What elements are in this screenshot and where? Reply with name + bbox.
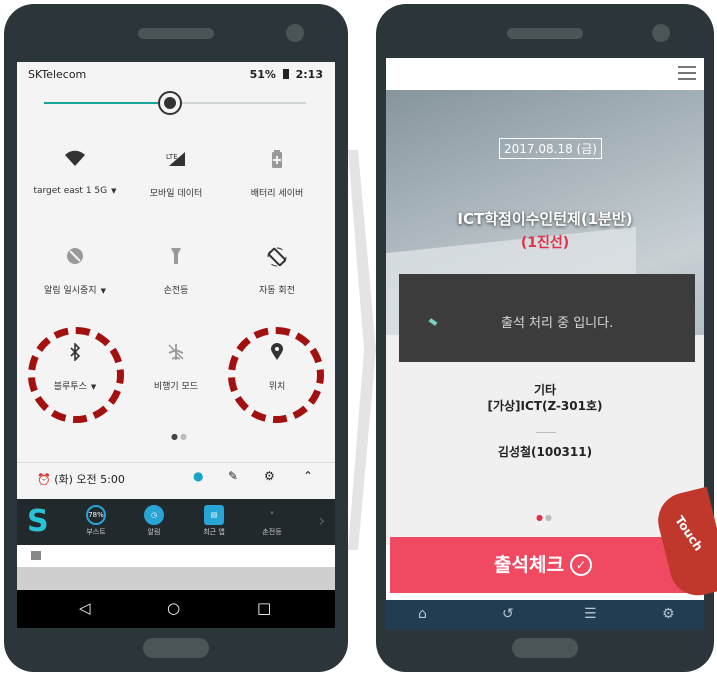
carrier-label: SKTelecom bbox=[28, 68, 87, 81]
front-camera bbox=[652, 24, 670, 42]
notification-strip[interactable] bbox=[17, 545, 335, 567]
brightness-knob[interactable] bbox=[159, 93, 180, 113]
brightness-slider[interactable] bbox=[44, 93, 306, 113]
edit-icon[interactable]: ✎ bbox=[228, 469, 238, 483]
course-title: ICT학점이수인턴제(1분반) bbox=[457, 210, 633, 228]
tutorial-composite: SKTelecom 51% 2:13 target east 1 5G ▼ LTE… bbox=[0, 0, 717, 676]
highlight-ring-location bbox=[228, 327, 324, 423]
dock-label: 알림 bbox=[147, 528, 161, 536]
transition-arrow bbox=[348, 150, 376, 550]
flashlight-icon bbox=[123, 247, 229, 273]
dock-label: 부스트 bbox=[86, 528, 106, 536]
tile-flashlight[interactable]: 손전등 bbox=[123, 247, 229, 317]
app-logo-icon: S bbox=[27, 504, 49, 539]
gear-icon[interactable]: ⚙ bbox=[662, 606, 675, 622]
battery-icon bbox=[282, 69, 289, 79]
gear-icon[interactable]: ⚙ bbox=[264, 469, 275, 483]
class-date: 2017.08.18 (금) bbox=[499, 138, 602, 159]
course-subtitle: (1진선) bbox=[520, 235, 570, 251]
recents-icon[interactable]: □ bbox=[257, 599, 271, 617]
wifi-icon bbox=[22, 150, 128, 176]
home-button[interactable] bbox=[143, 638, 209, 658]
bottom-navigation: ⌂ ↺ ☰ ⚙ bbox=[386, 600, 704, 630]
dock-label: 최근 앱 bbox=[203, 528, 225, 536]
dock-item-alarm[interactable]: ◷ 알림 bbox=[129, 505, 179, 537]
launcher-dock: S 78% 부스트 ◷ 알림 ▤ 최근 앱 ▾ 손전등 › bbox=[17, 499, 335, 545]
tile-label: 배터리 세이버 bbox=[250, 189, 304, 199]
airplane-mode-icon bbox=[123, 343, 229, 369]
dropdown-caret-icon[interactable]: ▼ bbox=[101, 287, 106, 295]
chevron-up-icon[interactable]: ⌃ bbox=[303, 469, 313, 483]
tile-do-not-disturb[interactable]: 알림 일시중지 ▼ bbox=[22, 247, 128, 317]
user-icon[interactable]: ● bbox=[193, 469, 203, 483]
battery-percent: 51% bbox=[249, 68, 276, 81]
svg-text:LTE: LTE bbox=[166, 153, 178, 161]
tile-battery-saver[interactable]: 배터리 세이버 bbox=[224, 150, 330, 220]
flashlight-icon: ▾ bbox=[270, 509, 274, 517]
tile-mobile-data[interactable]: LTE 모바일 데이터 bbox=[123, 150, 229, 220]
tile-label: 모바일 데이터 bbox=[149, 189, 203, 199]
status-right: 51% 2:13 bbox=[250, 68, 323, 81]
quick-settings-footer: ⏰ (화) 오전 5:00 ● ✎ ⚙ ⌃ bbox=[17, 462, 335, 490]
tile-label: 비행기 모드 bbox=[153, 382, 199, 392]
alarm-clock-icon: ◷ bbox=[144, 505, 164, 525]
checkmark-circle-icon: ✓ bbox=[569, 554, 592, 576]
clock: 2:13 bbox=[295, 68, 323, 81]
mobile-data-icon: LTE bbox=[123, 150, 229, 176]
attendance-check-button[interactable]: 출석체크 ✓ bbox=[390, 537, 696, 593]
image-icon bbox=[31, 551, 41, 560]
divider bbox=[536, 432, 556, 433]
class-info-panel: 기타 [가상]ICT(Z-301호) 김성철(100311) ●● bbox=[386, 335, 704, 545]
front-camera bbox=[286, 24, 304, 42]
tile-label: target east 1 5G bbox=[33, 186, 108, 196]
touch-hint-label: Touch bbox=[672, 513, 706, 554]
auto-rotate-icon bbox=[224, 247, 330, 273]
processing-toast: 출석 처리 중 입니다. bbox=[399, 274, 695, 362]
refresh-icon[interactable]: ↺ bbox=[502, 606, 514, 622]
boost-icon: 78% bbox=[86, 505, 106, 525]
home-icon[interactable]: ○ bbox=[167, 599, 180, 617]
loading-spinner-icon bbox=[428, 318, 438, 326]
dock-item-recent-apps[interactable]: ▤ 최근 앱 bbox=[189, 505, 239, 537]
app-bar bbox=[386, 58, 704, 90]
attendance-check-label: 출석체크 bbox=[494, 554, 564, 576]
dropdown-caret-icon[interactable]: ▼ bbox=[111, 187, 116, 195]
brightness-fill bbox=[44, 102, 170, 104]
speaker-grille bbox=[138, 28, 214, 39]
alarm-time[interactable]: (화) 오전 5:00 bbox=[54, 473, 125, 486]
highlight-ring-bluetooth bbox=[28, 327, 124, 423]
student-name: 김성철(100311) bbox=[497, 445, 593, 459]
home-icon[interactable]: ⌂ bbox=[418, 606, 427, 622]
hamburger-menu-icon[interactable] bbox=[678, 66, 696, 80]
do-not-disturb-icon bbox=[22, 247, 128, 273]
speaker-grille bbox=[507, 28, 583, 39]
page-indicator: ●● bbox=[536, 513, 554, 522]
dock-item-flashlight[interactable]: ▾ 손전등 bbox=[247, 505, 297, 537]
right-phone-screen: 2017.08.18 (금) ICT학점이수인턴제(1분반) (1진선) 기타 … bbox=[386, 58, 704, 630]
toast-message: 출석 처리 중 입니다. bbox=[501, 316, 614, 331]
home-button[interactable] bbox=[512, 638, 578, 658]
list-icon[interactable]: ☰ bbox=[584, 606, 597, 622]
dock-label: 손전등 bbox=[262, 528, 282, 536]
tile-airplane-mode[interactable]: 비행기 모드 bbox=[123, 343, 229, 413]
left-phone-screen: SKTelecom 51% 2:13 target east 1 5G ▼ LTE… bbox=[17, 62, 335, 628]
tile-wifi[interactable]: target east 1 5G ▼ bbox=[22, 150, 128, 220]
tile-label: 손전등 bbox=[163, 286, 189, 296]
alarm-clock-icon: ⏰ bbox=[37, 473, 55, 486]
tile-auto-rotate[interactable]: 자동 회전 bbox=[224, 247, 330, 317]
android-navbar: ◁ ○ □ bbox=[17, 590, 335, 628]
page-indicator: ●● bbox=[171, 432, 189, 441]
status-bar: SKTelecom 51% 2:13 bbox=[17, 62, 335, 86]
dock-item-boost[interactable]: 78% 부스트 bbox=[71, 505, 121, 537]
class-room: [가상]ICT(Z-301호) bbox=[487, 399, 603, 413]
tile-label: 알림 일시중지 bbox=[44, 286, 97, 296]
tile-label: 자동 회전 bbox=[259, 286, 295, 296]
back-icon[interactable]: ◁ bbox=[79, 599, 91, 617]
recent-apps-icon: ▤ bbox=[204, 505, 224, 525]
chevron-right-icon[interactable]: › bbox=[319, 511, 325, 530]
class-type: 기타 bbox=[533, 383, 557, 397]
battery-saver-icon bbox=[224, 150, 330, 176]
scrim bbox=[17, 567, 335, 591]
